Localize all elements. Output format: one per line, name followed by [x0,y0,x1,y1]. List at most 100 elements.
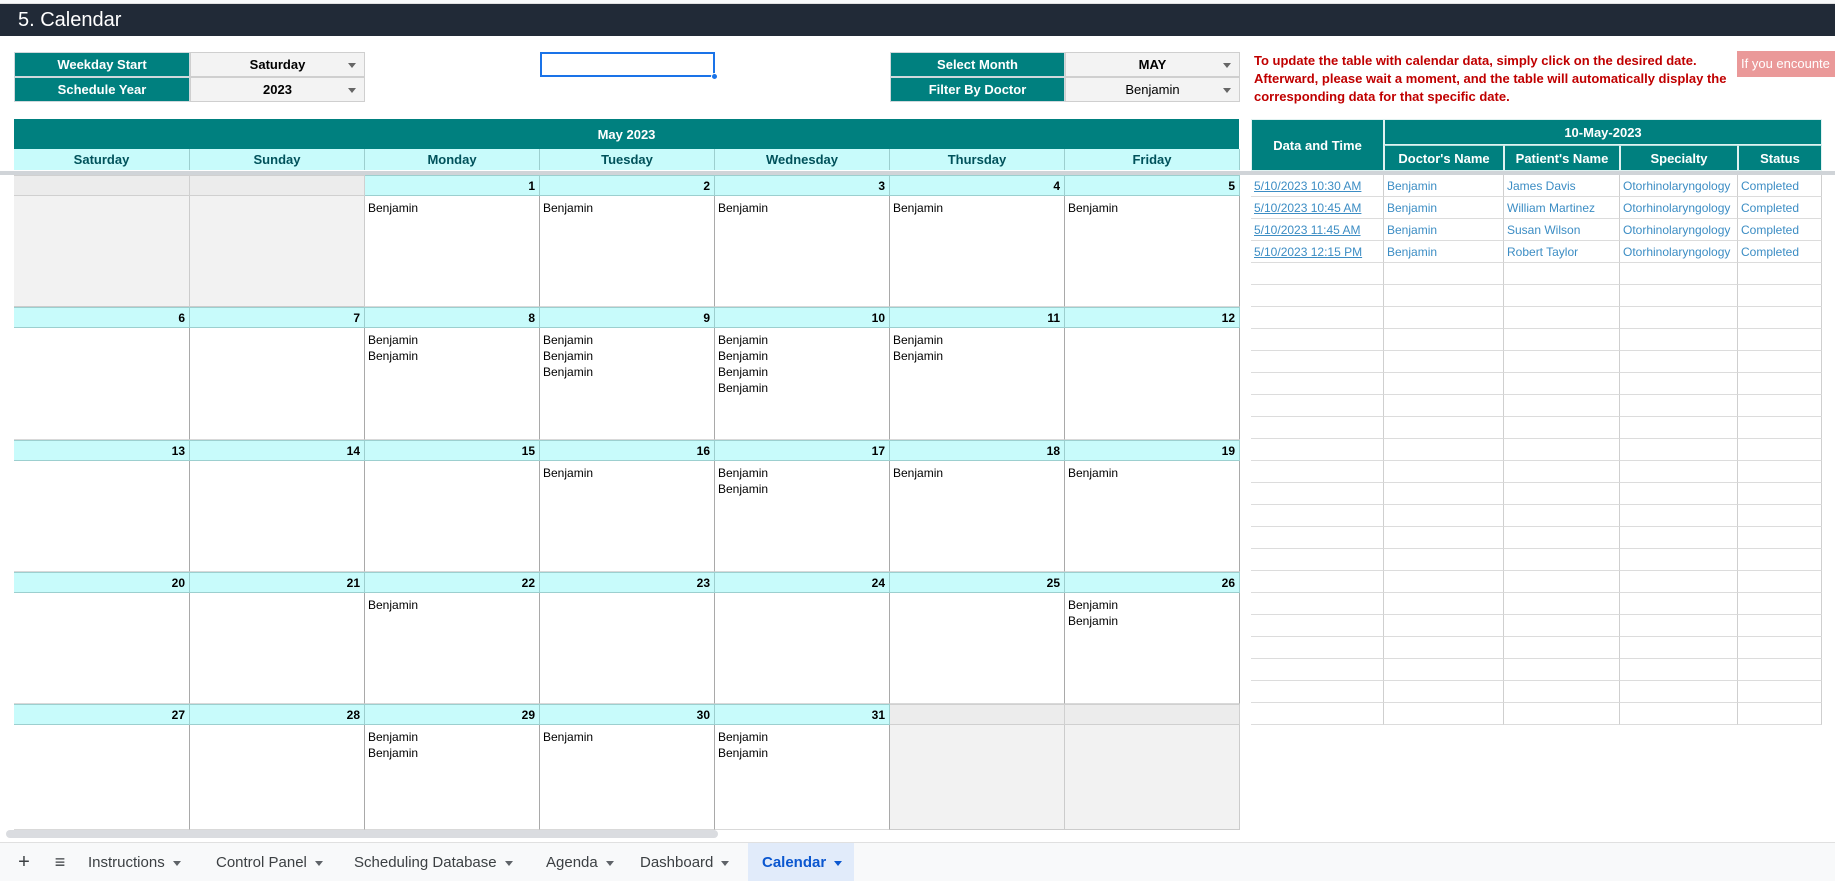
sheet-tab-agenda[interactable]: Agenda [532,843,614,881]
calendar-day-number[interactable] [890,704,1065,725]
calendar-day-cell[interactable] [190,593,365,704]
calendar-day-number[interactable]: 31 [715,704,890,725]
appointment-datetime-link[interactable]: 5/10/2023 12:15 PM [1251,241,1384,263]
calendar-day-cell[interactable]: Benjamin [540,725,715,830]
calendar-day-number[interactable]: 8 [365,307,540,328]
sheet-tab-scheduling-database[interactable]: Scheduling Database [340,843,518,881]
calendar-day-cell[interactable]: Benjamin Benjamin [890,328,1065,440]
calendar-day-cell[interactable]: Benjamin [540,461,715,572]
calendar-day-number[interactable]: 2 [540,175,715,196]
tab-menu-arrow-icon[interactable] [721,860,730,866]
calendar-day-number[interactable]: 11 [890,307,1065,328]
calendar-day-number[interactable]: 1 [365,175,540,196]
calendar-day-number[interactable]: 22 [365,572,540,593]
calendar-day-number[interactable]: 30 [540,704,715,725]
calendar-day-number[interactable]: 9 [540,307,715,328]
calendar-day-number[interactable] [1065,704,1240,725]
calendar-day-cell[interactable] [365,461,540,572]
tab-menu-arrow-icon[interactable] [605,860,614,866]
calendar-day-cell[interactable]: Benjamin Benjamin Benjamin Benjamin [715,328,890,440]
appointment-datetime-link[interactable]: 5/10/2023 10:30 AM [1251,175,1384,197]
calendar-day-number[interactable]: 6 [14,307,190,328]
calendar-day-cell[interactable]: Benjamin [890,461,1065,572]
calendar-day-number[interactable]: 14 [190,440,365,461]
calendar-day-number[interactable]: 5 [1065,175,1240,196]
add-sheet-icon[interactable]: + [12,843,36,881]
calendar-day-cell[interactable]: Benjamin [1065,196,1240,307]
calendar-day-cell[interactable]: Benjamin Benjamin [1065,593,1240,704]
fill-handle[interactable] [711,73,718,80]
empty-table-cell [1384,461,1504,483]
calendar-day-cell[interactable]: Benjamin Benjamin [365,328,540,440]
schedule-year-dropdown[interactable]: 2023 [190,77,365,102]
calendar-day-cell[interactable] [14,725,190,830]
calendar-day-cell[interactable] [190,328,365,440]
calendar-day-cell[interactable]: Benjamin [540,196,715,307]
tab-menu-arrow-icon[interactable] [504,860,513,866]
calendar-day-cell[interactable] [1065,725,1240,830]
empty-table-cell [1504,659,1620,681]
all-sheets-icon[interactable]: ≡ [48,843,72,881]
calendar-day-number[interactable]: 15 [365,440,540,461]
calendar-day-cell[interactable]: Benjamin Benjamin [715,725,890,830]
calendar-day-cell[interactable] [1065,328,1240,440]
empty-table-cell [1384,373,1504,395]
calendar-day-cell[interactable] [14,461,190,572]
appointment-entry: Benjamin [718,746,769,760]
calendar-day-cell[interactable] [540,593,715,704]
calendar-day-cell[interactable]: Benjamin [890,196,1065,307]
select-month-dropdown[interactable]: MAY [1065,52,1240,77]
calendar-day-number[interactable]: 4 [890,175,1065,196]
calendar-day-number[interactable]: 3 [715,175,890,196]
calendar-day-number[interactable]: 23 [540,572,715,593]
sheet-tab-calendar[interactable]: Calendar [748,843,854,881]
calendar-day-number[interactable] [190,175,365,196]
calendar-day-number[interactable]: 16 [540,440,715,461]
calendar-day-number[interactable]: 7 [190,307,365,328]
calendar-day-cell[interactable]: Benjamin Benjamin [365,725,540,830]
calendar-day-number[interactable]: 24 [715,572,890,593]
appointment-datetime-link[interactable]: 5/10/2023 10:45 AM [1251,197,1384,219]
calendar-day-number[interactable] [14,175,190,196]
calendar-day-number[interactable]: 29 [365,704,540,725]
sheet-tab-instructions[interactable]: Instructions [74,843,190,881]
calendar-day-cell[interactable]: Benjamin [365,196,540,307]
tab-menu-arrow-icon[interactable] [172,860,181,866]
appointment-datetime-link[interactable]: 5/10/2023 11:45 AM [1251,219,1384,241]
calendar-day-cell[interactable] [14,328,190,440]
calendar-day-cell[interactable] [190,461,365,572]
calendar-day-cell[interactable]: Benjamin Benjamin [715,461,890,572]
filter-doctor-dropdown[interactable]: Benjamin [1065,77,1240,102]
tab-menu-arrow-icon[interactable] [314,860,323,866]
calendar-day-cell[interactable] [14,593,190,704]
calendar-day-cell[interactable] [190,725,365,830]
sheet-tab-control-panel[interactable]: Control Panel [202,843,326,881]
horizontal-scrollbar[interactable] [6,830,718,838]
calendar-day-number[interactable]: 27 [14,704,190,725]
calendar-day-number[interactable]: 19 [1065,440,1240,461]
calendar-day-number[interactable]: 18 [890,440,1065,461]
calendar-day-cell[interactable]: Benjamin Benjamin Benjamin [540,328,715,440]
tab-menu-arrow-icon[interactable] [834,860,843,866]
calendar-day-number[interactable]: 13 [14,440,190,461]
calendar-day-cell[interactable]: Benjamin [1065,461,1240,572]
calendar-day-cell[interactable] [715,593,890,704]
calendar-day-number[interactable]: 17 [715,440,890,461]
calendar-day-number[interactable]: 28 [190,704,365,725]
active-cell[interactable] [540,52,715,77]
calendar-day-cell[interactable]: Benjamin [715,196,890,307]
calendar-day-number[interactable]: 21 [190,572,365,593]
empty-table-cell [1384,307,1504,329]
calendar-day-cell[interactable]: Benjamin [365,593,540,704]
calendar-day-number[interactable]: 20 [14,572,190,593]
calendar-day-cell[interactable] [890,725,1065,830]
calendar-day-cell[interactable] [14,196,190,307]
calendar-day-cell[interactable] [190,196,365,307]
weekday-start-dropdown[interactable]: Saturday [190,52,365,77]
calendar-day-number[interactable]: 25 [890,572,1065,593]
calendar-day-cell[interactable] [890,593,1065,704]
calendar-day-number[interactable]: 12 [1065,307,1240,328]
sheet-tab-dashboard[interactable]: Dashboard [626,843,736,881]
calendar-day-number[interactable]: 26 [1065,572,1240,593]
calendar-day-number[interactable]: 10 [715,307,890,328]
